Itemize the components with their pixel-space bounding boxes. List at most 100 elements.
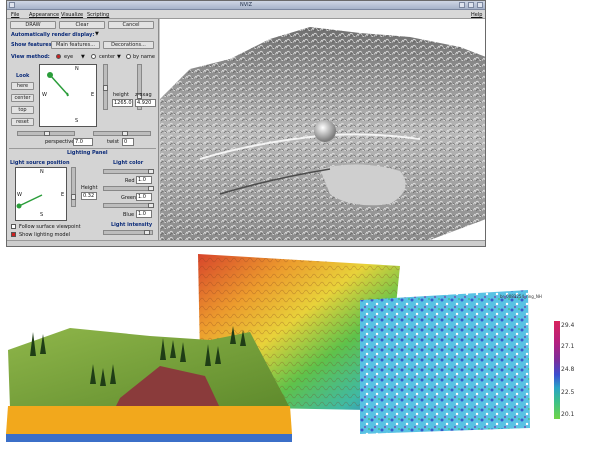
light-source-label: Light source position — [10, 160, 70, 166]
perspective-input[interactable]: 7.0 — [73, 138, 93, 146]
divider — [9, 148, 156, 149]
legend-tick-2: 27.1 — [561, 343, 575, 350]
center-dropdown[interactable]: ▼ — [117, 54, 121, 60]
menu-visualize[interactable]: Visualize — [61, 12, 83, 18]
cancel-button[interactable]: Cancel — [108, 21, 154, 29]
twist-slider-handle[interactable] — [122, 131, 128, 136]
status-bar — [7, 240, 485, 246]
nviz-window: NVIZ File Appearance Visualize Scripting… — [6, 0, 486, 247]
menu-scripting[interactable]: Scripting — [87, 12, 109, 18]
show-lighting-model-label: Show lighting model — [19, 232, 71, 238]
legend-title: br_0081254_ring_NH — [500, 294, 542, 299]
height-slider-handle[interactable] — [103, 85, 108, 91]
blue-slider-handle[interactable] — [148, 203, 154, 208]
light-compass-n: N — [40, 169, 44, 175]
red-slider[interactable] — [103, 169, 154, 174]
auto-render-label: Automatically render display: — [11, 32, 95, 38]
height-input[interactable]: 1265.0 — [112, 99, 133, 107]
zexag-input[interactable]: 4.920 — [135, 99, 156, 107]
eye-dropdown[interactable]: ▼ — [81, 54, 85, 60]
view-radio-eye[interactable] — [56, 54, 61, 59]
blue-input[interactable]: 1.0 — [136, 210, 152, 218]
legend-tick-4: 22.5 — [561, 389, 575, 396]
light-height-slider-handle[interactable] — [71, 194, 76, 200]
blue-slider[interactable] — [103, 203, 154, 208]
eye-position-pad[interactable]: N S W E — [39, 64, 97, 127]
light-compass-s: S — [40, 212, 44, 218]
auto-render-dropdown[interactable]: ▼ — [95, 31, 99, 37]
show-features-label: Show features: — [11, 42, 54, 48]
close-icon[interactable] — [477, 2, 483, 8]
terrain-render — [160, 27, 485, 240]
follow-viewpoint-label: Follow surface viewpoint — [19, 224, 81, 230]
zexag-label: z-exag — [135, 92, 152, 98]
view-option-eye: eye — [64, 54, 74, 60]
minimize-icon[interactable] — [459, 2, 465, 8]
compass-e: E — [91, 92, 95, 98]
decorations-button[interactable]: Decorations... — [103, 41, 154, 49]
light-position-pad[interactable]: N S W E — [15, 167, 67, 221]
light-color-label: Light color — [113, 160, 144, 166]
clear-button[interactable]: Clear — [59, 21, 105, 29]
visualization-collage — [6, 254, 530, 442]
perspective-slider-handle[interactable] — [44, 131, 50, 136]
perspective-slider[interactable] — [17, 131, 75, 136]
menu-file[interactable]: File — [11, 12, 19, 18]
twist-input[interactable]: 0 — [122, 138, 134, 146]
look-center-button[interactable]: center — [11, 94, 34, 102]
look-top-button[interactable]: top — [11, 106, 34, 114]
menu-appearance[interactable]: Appearance — [29, 12, 59, 18]
light-compass-w: W — [17, 192, 22, 198]
light-intensity-label: Light intensity — [111, 222, 153, 228]
look-here-button[interactable]: here — [11, 82, 34, 90]
eye-direction-arrow-icon — [47, 72, 69, 97]
green-label: Green — [121, 195, 137, 201]
light-compass-e: E — [61, 192, 65, 198]
light-intensity-slider-handle[interactable] — [144, 230, 150, 235]
red-label: Red — [125, 178, 135, 184]
title-bar[interactable]: NVIZ — [7, 1, 485, 10]
view-radio-center[interactable] — [91, 54, 96, 59]
twist-label: twist — [107, 139, 120, 145]
lighting-panel-title: Lighting Panel — [67, 150, 108, 156]
composite-screenshot: NVIZ File Appearance Visualize Scripting… — [0, 0, 600, 450]
terrain-3d-viewport[interactable] — [160, 19, 485, 240]
control-panel: DRAW Clear Cancel Automatically render d… — [7, 19, 159, 240]
compass-n: N — [75, 66, 79, 72]
height-slider[interactable] — [103, 64, 108, 110]
perspective-label: perspective — [45, 139, 75, 145]
height-label: height — [113, 92, 129, 98]
draw-button[interactable]: DRAW — [10, 21, 56, 29]
menu-help[interactable]: Help — [471, 12, 482, 18]
green-slider-handle[interactable] — [148, 186, 154, 191]
main-features-button[interactable]: Main features... — [51, 41, 100, 49]
window-title: NVIZ — [239, 2, 253, 8]
maximize-icon[interactable] — [468, 2, 474, 8]
red-slider-handle[interactable] — [148, 169, 154, 174]
look-reset-button[interactable]: reset — [11, 118, 34, 126]
view-radio-byname[interactable] — [126, 54, 131, 59]
raster-points-map-image — [360, 290, 530, 434]
green-slider[interactable] — [103, 186, 154, 191]
twist-slider[interactable] — [93, 131, 151, 136]
menu-bar: File Appearance Visualize Scripting Help — [7, 10, 485, 19]
light-height-input[interactable]: 0.32 — [81, 192, 97, 200]
legend-tick-5: 20.1 — [561, 411, 575, 418]
legend-tick-1: 29.4 — [561, 322, 575, 329]
show-lighting-model-checkbox[interactable] — [11, 232, 16, 237]
legend-tick-3: 24.8 — [561, 366, 575, 373]
green-input[interactable]: 1.0 — [136, 193, 152, 201]
light-height-label: Height — [81, 185, 98, 191]
look-label: Look — [16, 73, 30, 79]
view-option-center: center — [99, 54, 116, 60]
follow-viewpoint-checkbox[interactable] — [11, 224, 16, 229]
compass-w: W — [42, 92, 47, 98]
view-option-byname: by name — [133, 54, 155, 60]
view-method-label: View method: — [11, 54, 50, 60]
light-height-slider[interactable] — [71, 167, 76, 207]
blue-label: Blue — [123, 212, 135, 218]
light-intensity-slider[interactable] — [103, 230, 153, 235]
compass-s: S — [75, 118, 79, 124]
legend-colorbar — [554, 321, 560, 419]
red-input[interactable]: 1.0 — [136, 176, 152, 184]
